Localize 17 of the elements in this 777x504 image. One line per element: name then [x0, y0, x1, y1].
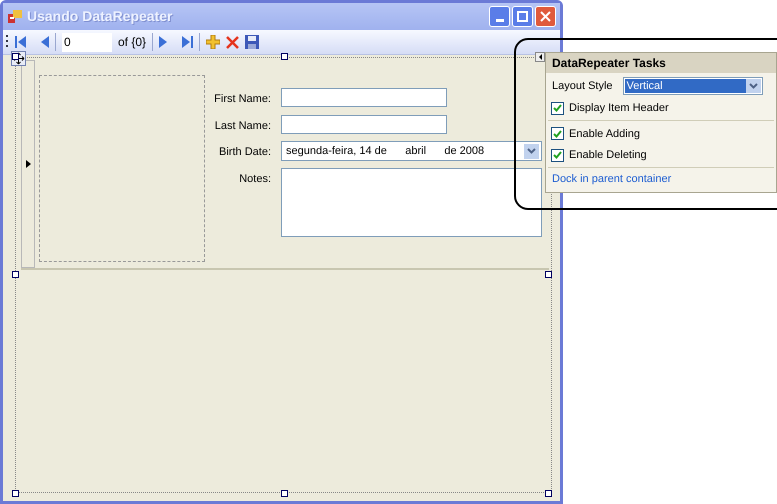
checkbox-label: Display Item Header: [569, 101, 669, 116]
date-picker[interactable]: segunda-feira, 14 de abril de 2008: [281, 141, 542, 161]
record-count: of {0}: [118, 34, 146, 51]
field-label: Last Name:: [214, 118, 271, 134]
field-label: Notes:: [238, 172, 271, 187]
dock-link[interactable]: Dock in parent container: [546, 168, 678, 187]
field-label: Birth Date:: [218, 145, 271, 160]
dropdown-value: Vertical: [624, 79, 746, 93]
position-field[interactable]: 0: [62, 32, 112, 52]
field-label: First Name:: [213, 92, 271, 107]
window-title: Usando DataRepeater: [27, 7, 172, 26]
panel-title: DataRepeater Tasks: [546, 53, 776, 73]
layout-style-dropdown[interactable]: Vertical: [622, 77, 763, 95]
checkbox-label: Enable Adding: [569, 126, 640, 142]
checkbox-label: Enable Deleting: [569, 148, 647, 163]
date-value: segunda-feira, 14 de abril de 2008: [286, 144, 486, 159]
layout-style-label: Layout Style: [552, 78, 613, 94]
